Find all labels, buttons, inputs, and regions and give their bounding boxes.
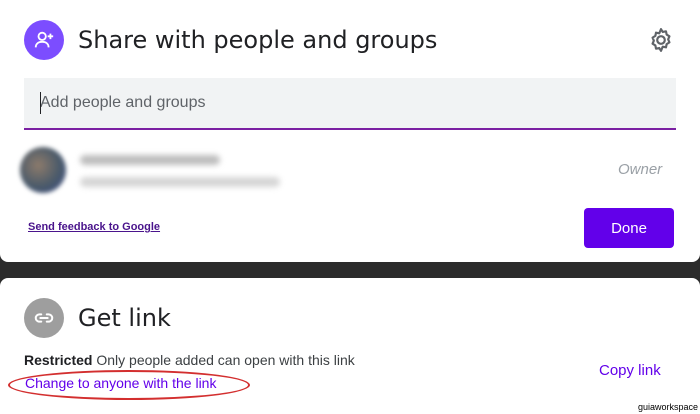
share-dialog: Share with people and groups Owner Send …	[0, 0, 700, 262]
access-summary: Restricted Only people added can open wi…	[24, 352, 355, 368]
person-row: Owner	[20, 145, 680, 195]
access-level: Restricted	[24, 352, 93, 368]
highlight-annotation	[8, 370, 250, 400]
done-button[interactable]: Done	[584, 208, 674, 248]
link-icon	[24, 298, 64, 338]
person-add-icon	[24, 20, 64, 60]
avatar	[20, 147, 66, 193]
send-feedback-link[interactable]: Send feedback to Google	[28, 221, 160, 233]
gear-icon[interactable]	[648, 27, 674, 53]
add-people-field[interactable]	[24, 78, 676, 130]
copy-link-button[interactable]: Copy link	[599, 362, 661, 379]
watermark: guiaworkspace	[636, 402, 700, 412]
access-description: Only people added can open with this lin…	[96, 352, 355, 368]
blurred-name	[80, 155, 220, 165]
add-people-input[interactable]	[24, 78, 676, 128]
share-dialog-title: Share with people and groups	[78, 26, 438, 54]
get-link-title: Get link	[78, 304, 171, 332]
blurred-email	[80, 177, 280, 187]
text-caret	[40, 92, 41, 114]
owner-role-label: Owner	[618, 161, 663, 178]
